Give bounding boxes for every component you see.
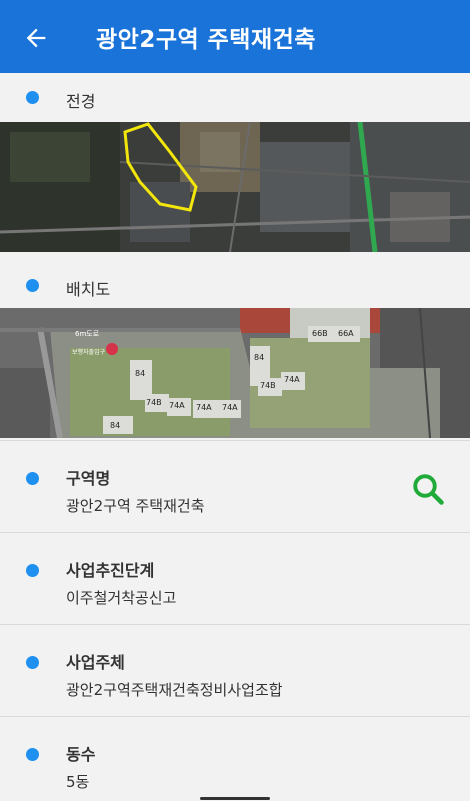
field-value: 5동: [66, 773, 90, 791]
field-project-owner: 사업주체 광안2구역주택재건축정비사업조합: [0, 624, 470, 717]
section-label-layout: 배치도: [66, 280, 111, 299]
layout-site-plan: 6m도로 보행자출입구 84 74B 74A 74A 74A 84 74B 74…: [0, 308, 470, 438]
building-label: 84: [254, 353, 264, 362]
field-label: 사업주체: [66, 653, 125, 672]
building-label: 74A: [196, 403, 212, 412]
app-bar: 광안2구역 주택재건축: [0, 0, 470, 73]
overview-aerial-photo: [0, 122, 470, 252]
field-building-count: 동수 5동: [0, 716, 470, 801]
section-header-overview: 전경: [0, 73, 470, 123]
building-label: 74B: [146, 398, 162, 407]
field-label: 동수: [66, 745, 96, 764]
building-label: 74A: [222, 403, 238, 412]
building-label: 74A: [284, 375, 300, 384]
page-title: 광안2구역 주택재건축: [96, 27, 316, 53]
section-header-layout: 배치도: [0, 260, 470, 310]
bullet-dot: [26, 656, 39, 669]
field-value: 광안2구역 주택재건축: [66, 497, 205, 515]
building-label: 84: [135, 369, 145, 378]
bullet-dot: [26, 91, 39, 104]
field-value: 광안2구역주택재건축정비사업조합: [66, 681, 283, 699]
field-zone-name: 구역명 광안2구역 주택재건축: [0, 440, 470, 533]
road-label: 6m도로: [75, 330, 100, 338]
bullet-dot: [26, 279, 39, 292]
field-value: 이주철거착공신고: [66, 589, 177, 607]
bullet-dot: [26, 748, 39, 761]
building-label: 74A: [169, 401, 185, 410]
bullet-dot: [26, 564, 39, 577]
building-label: 74B: [260, 381, 276, 390]
search-icon[interactable]: [410, 471, 446, 507]
building-label: 84: [110, 421, 120, 430]
bullet-dot: [26, 472, 39, 485]
field-project-stage: 사업추진단계 이주철거착공신고: [0, 532, 470, 625]
building-label: 66B: [312, 329, 328, 338]
field-label: 사업추진단계: [66, 561, 155, 580]
arrow-left-icon[interactable]: [22, 24, 50, 52]
building-label: 66A: [338, 329, 354, 338]
section-label-overview: 전경: [66, 92, 96, 111]
entrance-label: 보행자출입구: [72, 348, 106, 356]
field-label: 구역명: [66, 469, 111, 488]
